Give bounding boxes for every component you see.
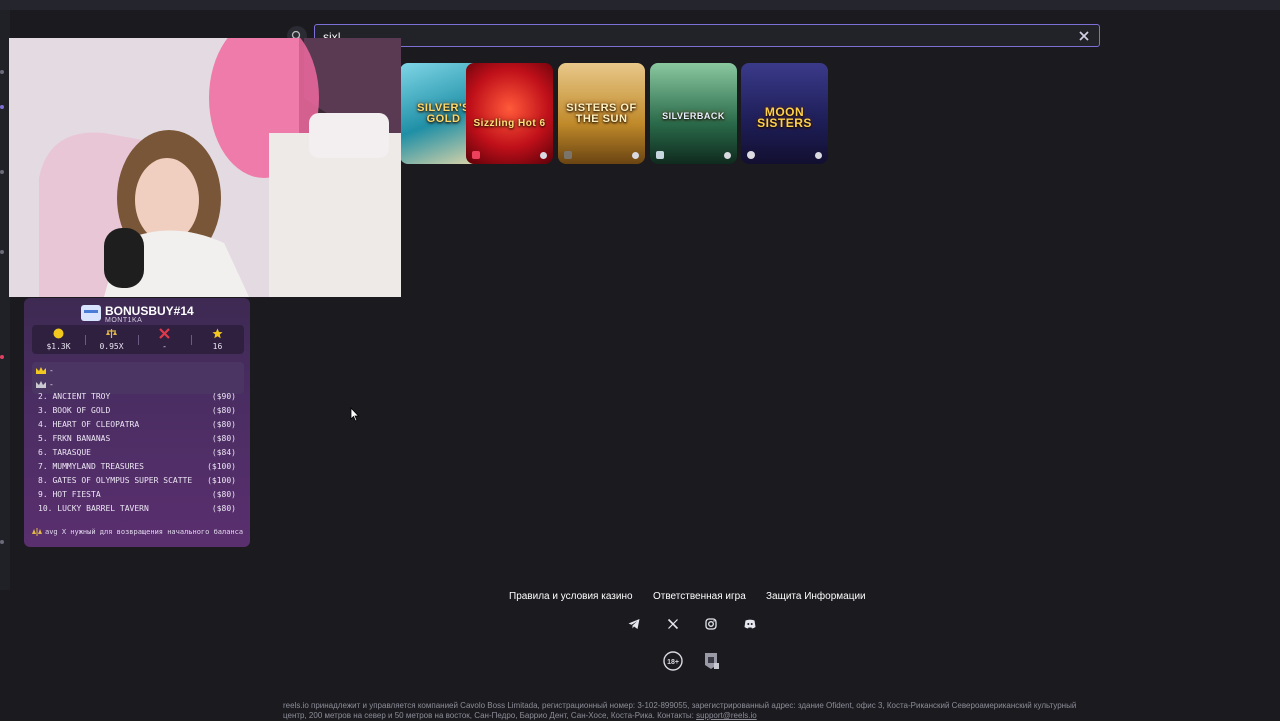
list-item: 10. LUCKY BARREL TAVERN ($80)	[38, 504, 236, 513]
game-title: SILVERBACK	[662, 111, 725, 121]
crown-icon	[36, 381, 46, 388]
stat-value: 16	[212, 342, 223, 351]
sidebar-dot[interactable]	[0, 105, 4, 109]
widget-footer: avg X нужный для возвращения начального …	[32, 528, 243, 536]
info-icon[interactable]	[724, 152, 731, 159]
crown-icon	[36, 367, 46, 374]
age-restriction-badge: 18+	[663, 651, 683, 671]
sidebar-dot[interactable]	[0, 540, 4, 544]
widget-title: BONUSBUY#14	[105, 304, 194, 318]
stat-cost: $1.3K	[32, 325, 85, 354]
responsible-gaming-link[interactable]: Ответственная игра	[653, 591, 746, 602]
instagram-icon[interactable]	[704, 617, 718, 631]
mouse-cursor-icon	[350, 407, 360, 422]
svg-text:18+: 18+	[667, 659, 679, 666]
star-icon	[212, 328, 223, 339]
cross-icon	[159, 328, 170, 339]
scales-icon	[32, 528, 42, 536]
stat-count: 16	[191, 325, 244, 354]
info-icon[interactable]	[815, 152, 822, 159]
webcam-overlay	[9, 38, 401, 297]
list-item: 2. ANCIENT TROY ($90)	[38, 393, 236, 401]
top-results: - -	[32, 362, 244, 394]
bonus-list: 2. ANCIENT TROY ($90) 3. BOOK OF GOLD ($80…	[32, 393, 244, 514]
support-email-link[interactable]: support@reels.io	[696, 711, 757, 720]
list-item: 9. HOT FIESTA ($80)	[38, 490, 236, 499]
sidebar-dot[interactable]	[0, 70, 4, 74]
game-card[interactable]: Sizzling Hot 6	[466, 63, 553, 164]
list-item: 6. TARASQUE ($84)	[38, 448, 236, 457]
widget-subtitle: MONT1KA	[105, 317, 143, 324]
list-item: 5. FRKN BANANAS ($80)	[38, 434, 236, 443]
bonus-logo-icon	[81, 305, 101, 321]
game-title: SISTERS OF THE SUN	[566, 102, 637, 125]
provider-icon	[656, 151, 664, 159]
list-item: 8. GATES OF OLYMPUS SUPER SCATTE ($100)	[38, 476, 236, 485]
provider-icon	[472, 151, 480, 159]
list-item: 3. BOOK OF GOLD ($80)	[38, 406, 236, 415]
discord-icon[interactable]	[743, 617, 757, 631]
stat-value: 0.95X	[99, 342, 124, 351]
legal-notice: reels.io принадлежит и управляется компа…	[283, 701, 1077, 720]
stat-average: 0.95X	[85, 325, 138, 354]
info-icon[interactable]	[540, 152, 547, 159]
terms-link[interactable]: Правила и условия казино	[509, 591, 633, 602]
telegram-icon[interactable]	[627, 617, 641, 631]
close-icon[interactable]	[1077, 29, 1091, 43]
stat-lost: -	[138, 325, 191, 354]
game-card[interactable]: MOON SISTERS	[741, 63, 828, 164]
worst-row: -	[36, 380, 54, 392]
sidebar-dot[interactable]	[0, 355, 4, 359]
game-title: Sizzling Hot 6	[473, 118, 546, 129]
x-icon[interactable]	[666, 617, 680, 631]
sidebar-dot[interactable]	[0, 250, 4, 254]
sidebar-dot[interactable]	[0, 170, 4, 174]
stat-value: -	[162, 342, 167, 351]
best-row: -	[36, 366, 54, 378]
stats-bar: $1.3K 0.95X - 16	[32, 325, 244, 354]
game-title: MOON SISTERS	[757, 105, 812, 130]
list-item: 4. HEART OF CLEOPATRA ($80)	[38, 420, 236, 429]
game-card[interactable]: SISTERS OF THE SUN	[558, 63, 645, 164]
provider-icon	[564, 151, 572, 159]
game-thumbnail	[466, 63, 553, 164]
search-input[interactable]	[321, 27, 1065, 46]
license-seal-icon[interactable]	[701, 651, 721, 671]
provider-icon	[747, 151, 755, 159]
bonusbuy-widget: BONUSBUY#14 MONT1KA $1.3K 0.95X - 16 - -…	[24, 298, 250, 547]
coin-icon	[53, 328, 64, 339]
stat-value: $1.3K	[46, 342, 71, 351]
game-card[interactable]: SILVERBACK	[650, 63, 737, 164]
search-bar[interactable]	[314, 24, 1100, 47]
list-item: 7. MUMMYLAND TREASURES ($100)	[38, 462, 236, 471]
scales-icon	[106, 329, 117, 338]
info-icon[interactable]	[632, 152, 639, 159]
top-bar	[0, 0, 1280, 10]
privacy-link[interactable]: Защита Информации	[766, 591, 866, 602]
